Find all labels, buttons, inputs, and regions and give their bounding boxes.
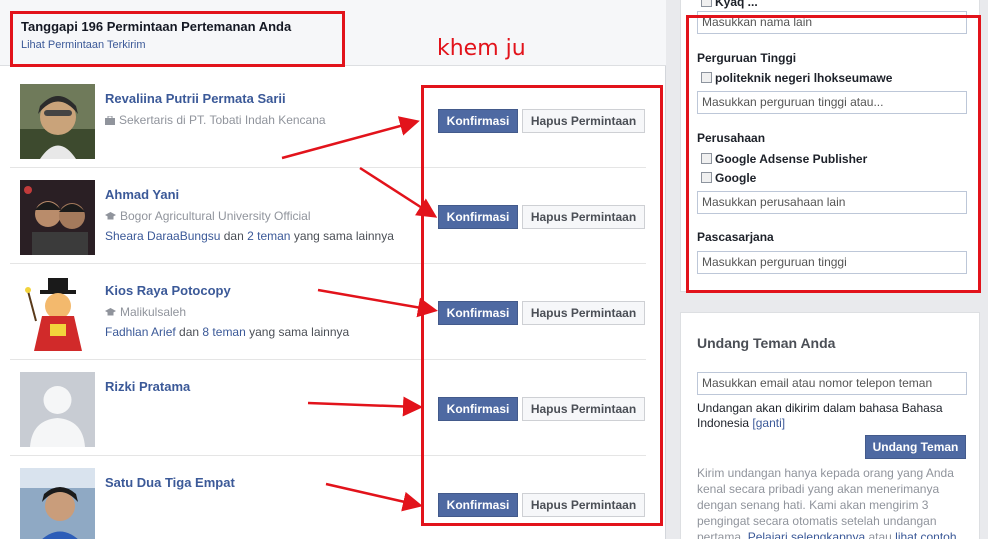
mutual-friend-link[interactable]: Fadhlan Arief: [105, 325, 176, 339]
profile-photo[interactable]: [20, 468, 95, 539]
workplace-text: Sekertaris di PT. Tobati Indah Kencana: [119, 113, 326, 127]
requester-workplace: Sekertaris di PT. Tobati Indah Kencana: [105, 113, 326, 127]
invite-friends-panel: Undang Teman Anda Masukkan email atau no…: [680, 312, 980, 539]
invite-button[interactable]: Undang Teman: [865, 435, 966, 459]
requester-name[interactable]: Satu Dua Tiga Empat: [105, 475, 235, 490]
invite-title: Undang Teman Anda: [697, 335, 836, 351]
profile-photo[interactable]: [20, 180, 95, 255]
highlight-box-filters: [686, 15, 981, 293]
help-text: Kirim undangan hanya kepada orang yang A…: [697, 466, 954, 539]
requester-name[interactable]: Ahmad Yani: [105, 187, 179, 202]
help-conjunction: atau: [865, 530, 896, 539]
profile-photo[interactable]: [20, 276, 95, 351]
mutual-friend-link[interactable]: Sheara DaraaBungsu: [105, 229, 220, 243]
invite-help-text: Kirim undangan hanya kepada orang yang A…: [697, 465, 969, 539]
mutual-friends: Sheara DaraaBungsu dan 2 teman yang sama…: [105, 229, 394, 243]
invite-email-input[interactable]: Masukkan email atau nomor telepon teman: [697, 372, 967, 395]
mutual-suffix: yang sama lainnya: [290, 229, 394, 243]
checkbox[interactable]: [701, 0, 712, 7]
graduation-cap-icon: [105, 308, 116, 316]
highlight-box-buttons: [421, 85, 663, 526]
default-profile-photo[interactable]: [20, 372, 95, 447]
mutual-count-link[interactable]: 8 teman: [202, 325, 245, 339]
requester-school: Malikulsaleh: [105, 305, 186, 319]
filter-option-partial[interactable]: Kyaq ...: [701, 0, 758, 9]
school-text: Bogor Agricultural University Official: [120, 209, 311, 223]
requester-name[interactable]: Kios Raya Potocopy: [105, 283, 231, 298]
mutual-conjunction: dan: [220, 229, 248, 243]
requester-school: Bogor Agricultural University Official: [105, 209, 311, 223]
mutual-conjunction: dan: [175, 325, 203, 339]
requester-name[interactable]: Rizki Pratama: [105, 379, 190, 394]
briefcase-icon: [105, 115, 115, 125]
mutual-friends: Fadhlan Arief dan 8 teman yang sama lain…: [105, 325, 349, 339]
graduation-cap-icon: [105, 212, 116, 220]
language-note-text: Undangan akan dikirim dalam bahasa Bahas…: [697, 401, 943, 430]
mutual-count-link[interactable]: 2 teman: [247, 229, 290, 243]
option-label: Kyaq ...: [715, 0, 758, 9]
invite-language-note: Undangan akan dikirim dalam bahasa Bahas…: [697, 401, 969, 431]
mutual-suffix: yang sama lainnya: [245, 325, 350, 339]
requester-name[interactable]: Revaliina Putrii Permata Sarii: [105, 91, 286, 106]
learn-more-link[interactable]: Pelajari selengkapnya: [748, 530, 865, 539]
highlight-box-header: [10, 11, 345, 67]
annotation-label: khem ju: [437, 36, 526, 61]
see-example-link[interactable]: lihat contoh: [895, 530, 956, 539]
school-text: Malikulsaleh: [120, 305, 187, 319]
profile-photo[interactable]: [20, 84, 95, 159]
change-language-link[interactable]: [ganti]: [752, 416, 785, 430]
